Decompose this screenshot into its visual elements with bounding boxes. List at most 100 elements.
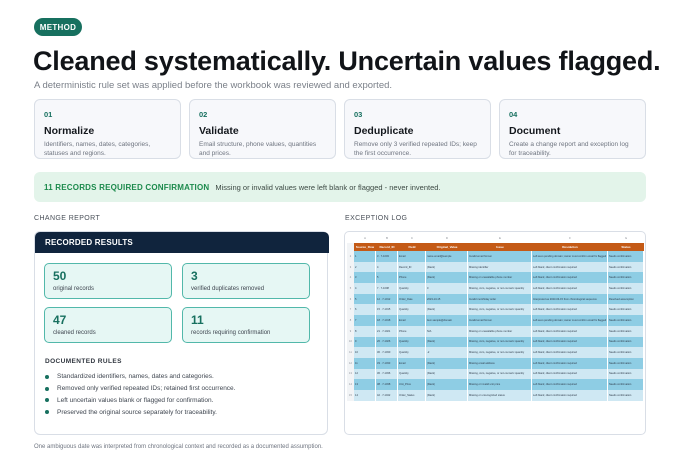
table-cell: Left blank; client confirmation required [532,379,608,390]
table-cell: Record_ID [398,261,426,273]
table-cell: Interpreted as 2023-03-15 from chronolog… [532,293,608,305]
table-row[interactable]: 9 8 21 · 7-1021 Phone N/A Missing or unavaila… [347,325,644,337]
table-cell: 6 [354,304,376,316]
step-title: Normalize [44,125,95,137]
table-cell: 3 · 7-1003 [376,251,398,262]
rule-text: Preserved the original source separately… [57,408,217,416]
table-cell: Missing, zero, negative, or non-numeric … [468,336,532,348]
step-number: 04 [509,110,518,119]
step-description: Remove only 3 verified repeated IDs; kee… [354,141,477,157]
table-row[interactable]: 10 9 26 · 7-1026 Quantity (blank) Missing, ze… [347,336,644,348]
stat-value: 50 [53,269,67,283]
table-cell: Needs confirmation [608,379,644,390]
table-cell: 5 [376,272,398,284]
table-cell: Missing or unavailable phone number [468,325,532,337]
change-report-label: CHANGE REPORT [34,215,101,222]
page-title: Cleaned systematically. Uncertain values… [33,46,661,76]
table-cell: 15 · 7-1015 [376,304,398,316]
rule-item: Preserved the original source separately… [45,406,325,418]
step-card-normalize: 01 Normalize Identifiers, names, dates, … [34,99,181,159]
table-cell: Phone [398,325,426,337]
table-cell: 0 [426,283,468,294]
table-cell: 11 [354,357,376,369]
table-cell: 5 [354,293,376,305]
table-cell: Needs confirmation [608,315,644,326]
table-header-row: Source_Row Record_ID Field Original_Value Is… [347,243,644,251]
table-row[interactable]: 213 · 7-1003 Email name.email@sample Invali… [347,251,644,262]
bullet-icon [45,410,49,415]
table-row[interactable]: 4 3 5 Phone (blank) Missing or unavailable ph… [347,272,644,284]
row-number: 11 [347,347,354,358]
stat-label: cleaned records [53,330,96,336]
table-cell: Needs confirmation [608,368,644,380]
column-letter: E [498,236,501,240]
table-cell: Missing, zero, negative, or non-numeric … [468,368,532,380]
table-row[interactable]: 11 10 30 · 7-1030 Quantity -2 Missing, zero, … [347,347,644,358]
banner-headline: 11 RECORDS REQUIRED CONFIRMATION [44,182,210,192]
column-header: Issue [496,245,504,249]
row-number: 8 [347,315,354,326]
stat-label: records requiring confirmation [191,330,271,336]
column-header: Field [408,245,416,249]
banner-note: Missing or invalid values were left blan… [215,182,441,192]
table-cell: Missing email address [468,357,532,369]
step-card-deduplicate: 03 Deduplicate Remove only 3 verified re… [344,99,491,159]
table-cell: Invalid month/day order [468,293,532,305]
table-cell: Quantity [398,347,426,358]
rule-item: Left uncertain values blank or flagged f… [45,395,325,407]
table-cell: 36 · 7-1036 [376,368,398,380]
table-cell: Needs confirmation [608,336,644,348]
table-row[interactable]: 8 7 18 · 7-1018 Email item.sample@domain Inva… [347,315,644,326]
bullet-icon [45,374,49,379]
table-row[interactable]: 3 2 4 Record_ID (blank) Missing identifier Lef… [347,261,644,273]
documented-rules-list: Standardized identifiers, names, dates a… [45,371,325,418]
row-number: 9 [347,325,354,337]
table-cell: Phone [398,272,426,284]
table-cell: Left blank; client confirmation required [532,357,608,369]
table-row[interactable]: 15 14 42 · 7-1042 Order_Status (blank) Missin… [347,389,644,401]
table-cell: 1 [354,251,376,262]
table-row[interactable]: 14 13 38 · 7-1038 Unit_Price (blank) Missing … [347,379,644,390]
change-report-panel: RECORDED RESULTS 50 original records 3 v… [34,231,329,435]
table-cell: Needs confirmation [608,283,644,294]
table-cell: 2 [354,261,376,273]
step-description: Email structure, phone values, quantitie… [199,141,317,157]
column-letter-row: A B C D E F G [347,236,644,243]
table-cell: Left blank; client confirmation required [532,325,608,337]
row-number: 6 [347,293,354,305]
documented-rules-title: DOCUMENTED RULES [45,358,122,365]
table-cell: Missing, zero, negative, or non-numeric … [468,347,532,358]
row-number-header [347,243,354,251]
table-cell: Email [398,315,426,326]
table-row[interactable]: 7 6 15 · 7-1015 Quantity (blank) Missing, zer… [347,304,644,316]
table-cell: 9 [354,336,376,348]
table-row[interactable]: 547 · 7-1008 Quantity 0 Missing, zero, nega… [347,283,644,294]
rule-item: Standardized identifiers, names, dates a… [45,371,325,383]
table-row[interactable]: 13 12 36 · 7-1036 Quantity (blank) Missing, z… [347,368,644,380]
table-cell: Left blank; client confirmation required [532,304,608,316]
table-cell: 12 [354,368,376,380]
stat-label: original records [53,286,95,292]
table-cell: (blank) [426,304,468,316]
exception-log-spreadsheet[interactable]: A B C D E F G Source_Row Record_ID Field Original_… [347,236,644,401]
table-row[interactable]: 6 5 12 · 7-1012 Order_Date 2023-13-15 Invalid… [347,293,644,305]
column-letter: F [569,236,571,240]
row-number: 7 [347,304,354,316]
table-cell: Quantity [398,304,426,316]
table-cell: 3 [354,272,376,284]
table-cell: (blank) [426,389,468,401]
page-subtitle: A deterministic rule set was applied bef… [34,80,393,91]
table-cell: 12 · 7-1012 [376,293,398,305]
method-badge: METHOD [34,18,82,36]
table-cell: N/A [426,325,468,337]
column-header: Status [621,245,631,249]
stat-value: 3 [191,269,198,283]
table-row[interactable]: 12 11 33 · 7-1033 Email (blank) Missing email… [347,357,644,369]
column-letter: A [363,236,366,240]
table-cell: 4 [354,283,376,294]
table-cell: 7 [354,315,376,326]
table-cell: Left blank; client confirmation required [532,389,608,401]
step-description: Create a change report and exception log… [509,141,629,157]
step-title: Deduplicate [354,125,414,137]
table-cell: Needs confirmation [608,347,644,358]
